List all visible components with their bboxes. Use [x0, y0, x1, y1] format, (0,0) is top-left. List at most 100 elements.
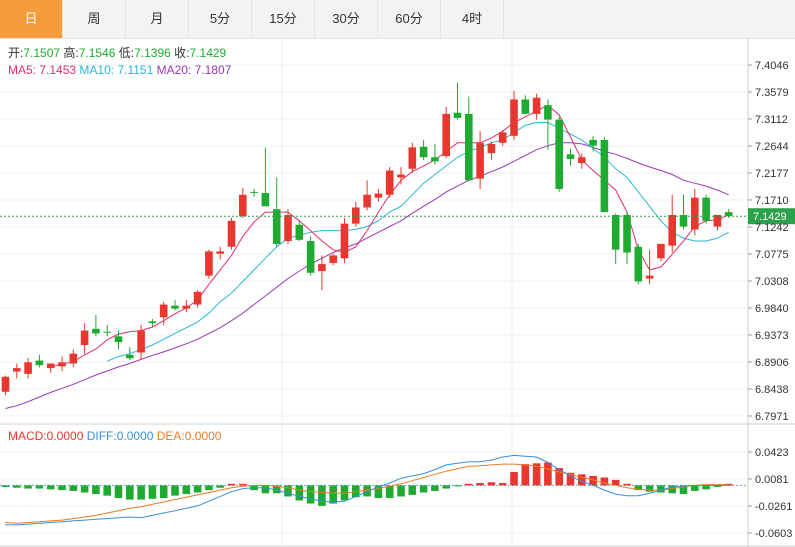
macd-bar [216, 485, 224, 488]
diff-label: DIFF: [87, 429, 117, 443]
candle-body [126, 354, 134, 359]
price-tick-label: 7.0775 [755, 249, 789, 261]
candle-body [216, 251, 224, 254]
macd-bar [419, 485, 428, 493]
candle-body [193, 291, 202, 305]
candle-body [114, 336, 123, 343]
low-label: 低: [119, 46, 134, 60]
candle-body [578, 157, 586, 163]
candle-body [521, 99, 530, 114]
macd-tick-label: -0.0261 [755, 501, 792, 513]
macd-bar [329, 485, 337, 504]
price-tick-label: 7.1242 [755, 222, 789, 234]
candle-body [374, 193, 383, 198]
macd-bar [239, 483, 247, 486]
candle-body [544, 105, 552, 120]
candle-body [239, 194, 247, 217]
price-tick-label: 7.1710 [755, 195, 789, 207]
price-tick-label: 6.9373 [755, 330, 789, 342]
macd-bar [103, 485, 111, 496]
candle-body [148, 321, 157, 324]
candle-body [702, 197, 710, 221]
macd-bar [702, 485, 710, 490]
macd-bar [69, 485, 78, 491]
ma-legend: MA5: 7.1453 MA10: 7.1151 MA20: 7.1807 [8, 63, 232, 77]
macd-bar [487, 482, 496, 486]
macd-value: 0.0000 [47, 429, 84, 443]
candle-body [510, 99, 518, 136]
price-tick-label: 7.4046 [755, 60, 789, 72]
macd-axis-ticks: 0.0423 0.0081 -0.0261 -0.0603 [748, 447, 792, 540]
candle-body [340, 223, 349, 259]
candle-body [295, 224, 304, 240]
price-axis-ticks: 7.4046 7.3579 7.3112 7.2644 7.2177 7.1710 7.12… [748, 60, 789, 423]
macd-legend: MACD:0.0000 DIFF:0.0000 DEA:0.0000 [8, 429, 222, 443]
candle-body [182, 305, 191, 309]
macd-bar [431, 485, 439, 491]
price-tick-label: 6.8906 [755, 357, 789, 369]
candle-body [35, 360, 44, 366]
candle-body [329, 255, 337, 263]
price-tick-label: 7.0308 [755, 276, 789, 288]
macd-bar [476, 483, 484, 486]
macd-tick-label: -0.0603 [755, 528, 792, 540]
ma5-label: MA5: [8, 63, 36, 77]
candle-body [691, 197, 699, 230]
candle-body [306, 240, 315, 273]
macd-bar [80, 485, 89, 493]
low-value: 7.1396 [134, 46, 171, 60]
macd-bar [498, 483, 507, 486]
candle-body [1, 376, 10, 392]
candle-body [532, 97, 541, 114]
chart-grid [0, 38, 795, 547]
macd-bar [408, 485, 417, 495]
candle-body [611, 214, 620, 250]
macd-histogram [1, 462, 733, 506]
macd-bar [159, 485, 168, 499]
macd-bar [510, 471, 518, 486]
ma10-value: 7.1151 [117, 63, 153, 77]
candle-body [724, 212, 733, 217]
candle-body [171, 305, 179, 309]
candle-body [13, 368, 21, 372]
macd-bar [261, 485, 270, 494]
candle-body [261, 193, 270, 207]
macd-bar [92, 485, 100, 495]
candle-body [69, 353, 78, 364]
candle-body [352, 207, 360, 224]
kline-chart: 7.1429 7.4046 7.3579 7.3112 7.2644 7.2177 7.1… [0, 38, 795, 547]
ohlc-legend: 开:7.1507 高:7.1546 低:7.1396 收:7.1429 [8, 45, 227, 60]
macd-bar [600, 477, 609, 486]
macd-bar [227, 483, 236, 486]
macd-bar [544, 462, 552, 486]
macd-bar [148, 485, 157, 499]
macd-bar [114, 485, 123, 499]
candle-body [92, 328, 100, 334]
high-label: 高: [63, 45, 78, 60]
macd-bar [171, 485, 179, 496]
macd-bar [453, 485, 462, 487]
ma5-value: 7.1453 [39, 63, 76, 77]
macd-bar [1, 485, 10, 487]
macd-bar [318, 485, 326, 506]
macd-bar [306, 485, 315, 504]
candle-body [284, 214, 292, 241]
candle-body [419, 146, 428, 158]
diff-value: 0.0000 [117, 429, 154, 443]
chart-widget: 日 周 月 5分 15分 30分 60分 4时 7.1429 7.4046 7.3… [0, 0, 795, 547]
candle-body [408, 147, 417, 169]
candle-body [58, 362, 66, 367]
candle-body [205, 251, 213, 276]
candle-body [679, 214, 688, 227]
close-label: 收: [174, 46, 189, 60]
candle-body [555, 119, 563, 189]
macd-bar [35, 485, 44, 489]
macd-bar [205, 485, 213, 491]
ma20-value: 7.1807 [195, 63, 232, 77]
candle-body [476, 142, 484, 179]
price-tick-label: 7.3579 [755, 87, 789, 99]
ma20-label: MA20: [157, 63, 192, 77]
candle-body [46, 363, 55, 369]
candle-body [24, 362, 32, 374]
price-tick-label: 7.2644 [755, 141, 789, 153]
